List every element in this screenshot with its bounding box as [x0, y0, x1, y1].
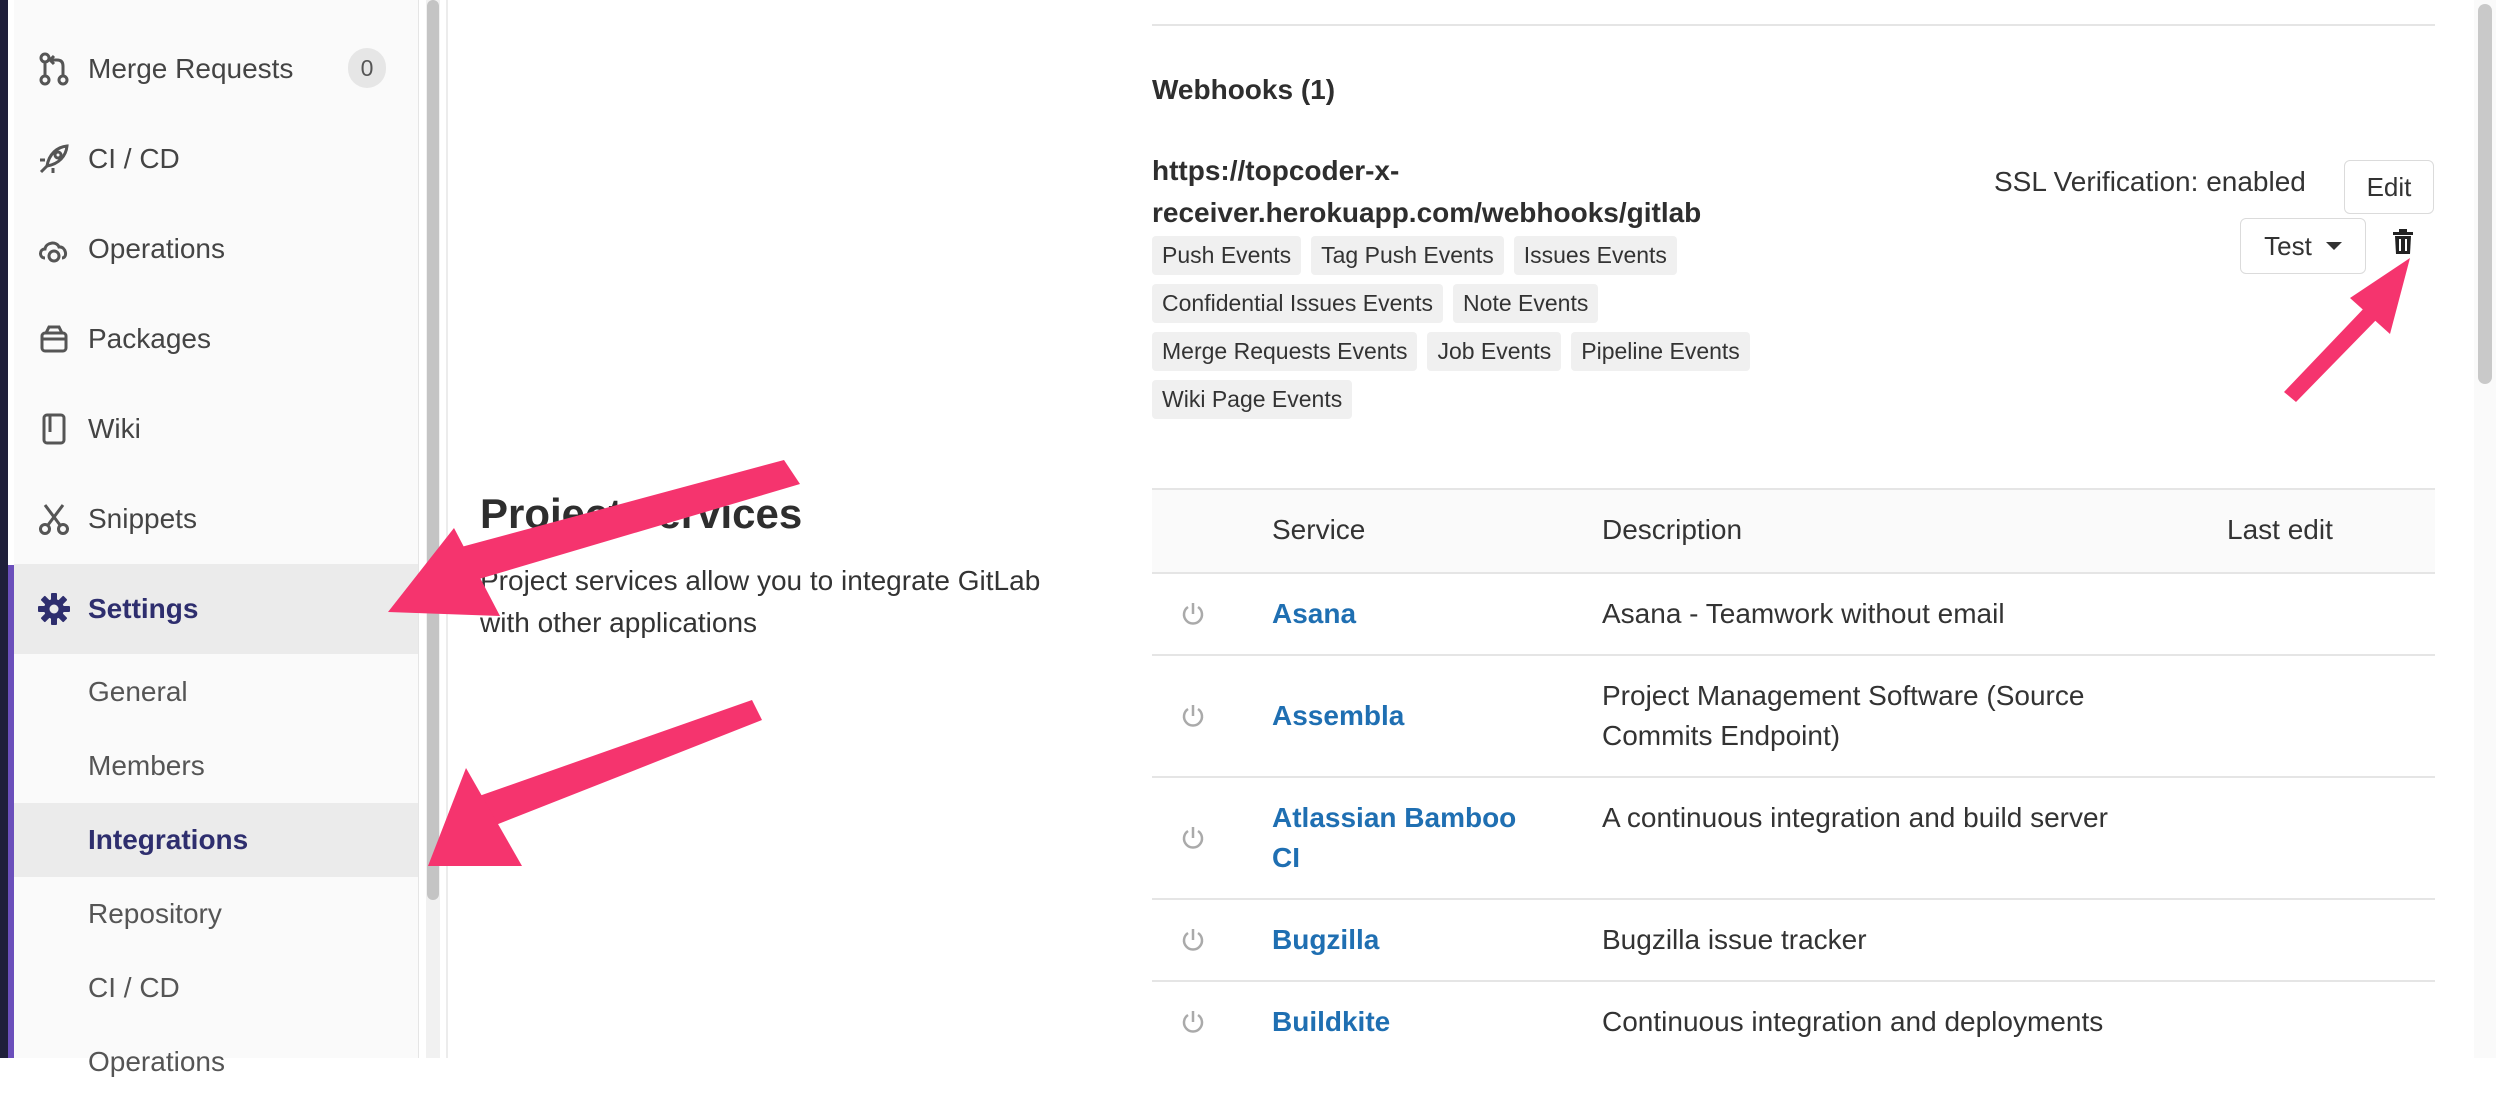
table-row[interactable]: Assembla Project Management Software (So… — [1152, 656, 2435, 778]
sidebar-subitem-label: Operations — [88, 1046, 225, 1077]
book-icon — [36, 411, 72, 447]
sidebar-item-merge-requests[interactable]: Merge Requests 0 — [14, 24, 418, 114]
table-row[interactable]: Bugzilla Bugzilla issue tracker — [1152, 900, 2435, 982]
power-icon — [1182, 1011, 1204, 1033]
webhook-url: https://topcoder-x-receiver.herokuapp.co… — [1152, 155, 1702, 228]
sidebar-item-snippets[interactable]: Snippets — [14, 474, 418, 564]
event-tag: Confidential Issues Events — [1152, 284, 1444, 323]
service-name-link[interactable]: Asana — [1272, 594, 1522, 634]
sidebar-subitem-label: General — [88, 676, 188, 707]
sidebar-scrollbar-thumb[interactable] — [427, 0, 439, 900]
services-table: Service Description Last edit Asana Asan… — [1152, 488, 2435, 1062]
webhook-event-tags: Push Events Tag Push Events Issues Events … — [1152, 236, 1772, 428]
package-icon — [36, 321, 72, 357]
project-services-title: Project services — [480, 490, 803, 537]
service-description: Continuous integration and deployments — [1602, 1006, 2104, 1037]
sidebar-item-label: Wiki — [88, 413, 141, 444]
table-header: Service Description Last edit — [1152, 488, 2435, 574]
sidebar-subitem-operations[interactable]: Operations — [14, 1025, 418, 1099]
event-tag: Note Events — [1453, 284, 1599, 323]
sidebar-item-label: Operations — [88, 233, 225, 264]
test-webhook-dropdown[interactable]: Test — [2240, 218, 2366, 274]
sidebar-subitem-repository[interactable]: Repository — [14, 877, 418, 951]
content-left-border — [446, 0, 448, 1058]
gear-icon — [36, 591, 72, 627]
sidebar-item-packages[interactable]: Packages — [14, 294, 418, 384]
sidebar-item-label: Snippets — [88, 503, 197, 534]
sidebar-item-label: Packages — [88, 323, 211, 354]
delete-webhook-button[interactable] — [2374, 218, 2432, 272]
sidebar-subitem-label: Members — [88, 750, 205, 781]
service-description: Bugzilla issue tracker — [1602, 924, 1867, 955]
service-description: A continuous integration and build serve… — [1602, 802, 2108, 833]
annotation-arrow-delete — [2284, 258, 2410, 402]
service-name-link[interactable]: Assembla — [1272, 696, 1522, 736]
service-name-link[interactable]: Buildkite — [1272, 1002, 1522, 1042]
sidebar-item-label: CI / CD — [88, 143, 180, 174]
annotation-arrow-integrations — [428, 700, 762, 866]
scissors-icon — [36, 501, 72, 537]
sidebar-item-settings[interactable]: Settings — [14, 564, 418, 654]
edit-webhook-button[interactable]: Edit — [2344, 160, 2434, 214]
webhooks-title: Webhooks (1) — [1152, 74, 1336, 105]
service-name-link[interactable]: Atlassian Bamboo CI — [1272, 798, 1522, 878]
event-tag: Push Events — [1152, 236, 1302, 275]
sidebar-subitem-label: Repository — [88, 898, 222, 929]
power-icon — [1182, 827, 1204, 849]
power-icon — [1182, 705, 1204, 727]
event-tag: Pipeline Events — [1571, 332, 1750, 371]
table-row[interactable]: Asana Asana - Teamwork without email — [1152, 574, 2435, 656]
left-edge-strip — [0, 0, 8, 1058]
sidebar-item-operations[interactable]: Operations — [14, 204, 418, 294]
event-tag: Job Events — [1427, 332, 1562, 371]
service-description: Asana - Teamwork without email — [1602, 598, 2005, 629]
table-row[interactable]: Buildkite Continuous integration and dep… — [1152, 982, 2435, 1062]
merge-request-icon — [36, 51, 72, 87]
sidebar-subitem-ci-cd[interactable]: CI / CD — [14, 951, 418, 1025]
table-row[interactable]: Atlassian Bamboo CI A continuous integra… — [1152, 778, 2435, 900]
column-header-description: Description — [1602, 514, 1743, 545]
power-icon — [1182, 603, 1204, 625]
event-tag: Tag Push Events — [1311, 236, 1504, 275]
sidebar-item-ci-cd[interactable]: CI / CD — [14, 114, 418, 204]
trash-icon — [2392, 228, 2414, 262]
event-tag: Wiki Page Events — [1152, 380, 1353, 419]
sidebar-subitem-integrations[interactable]: Integrations — [14, 803, 418, 877]
caret-down-icon — [2325, 242, 2342, 250]
sidebar-subitem-label: Integrations — [88, 824, 249, 855]
sidebar-item-label: Merge Requests — [88, 53, 294, 84]
sidebar-item-wiki[interactable]: Wiki — [14, 384, 418, 474]
ssl-verification-status: SSL Verification: enabled — [1994, 166, 2306, 197]
column-header-last-edit: Last edit — [2227, 514, 2333, 545]
test-webhook-label: Test — [2264, 230, 2312, 261]
rocket-icon — [36, 141, 72, 177]
section-divider — [1152, 24, 2435, 26]
cloud-gear-icon — [36, 231, 72, 267]
service-name-link[interactable]: Bugzilla — [1272, 920, 1522, 960]
main-scrollbar[interactable] — [2474, 0, 2496, 1058]
sidebar-subitem-general[interactable]: General — [14, 655, 418, 729]
project-services-description: Project services allow you to integrate … — [480, 565, 1041, 638]
service-description: Project Management Software (Source Comm… — [1602, 680, 2085, 751]
main-scrollbar-thumb[interactable] — [2478, 4, 2492, 384]
sidebar-item-label: Settings — [88, 593, 199, 624]
sidebar: Merge Requests 0 CI / CD Operations Pack… — [14, 0, 419, 1077]
event-tag: Merge Requests Events — [1152, 332, 1418, 371]
sidebar-scrollbar[interactable] — [426, 0, 440, 1058]
merge-requests-count-badge: 0 — [348, 48, 386, 88]
event-tag: Issues Events — [1513, 236, 1677, 275]
sidebar-subitem-label: CI / CD — [88, 972, 180, 1003]
power-icon — [1182, 929, 1204, 951]
sidebar-subitem-members[interactable]: Members — [14, 729, 418, 803]
column-header-service: Service — [1272, 514, 1366, 545]
